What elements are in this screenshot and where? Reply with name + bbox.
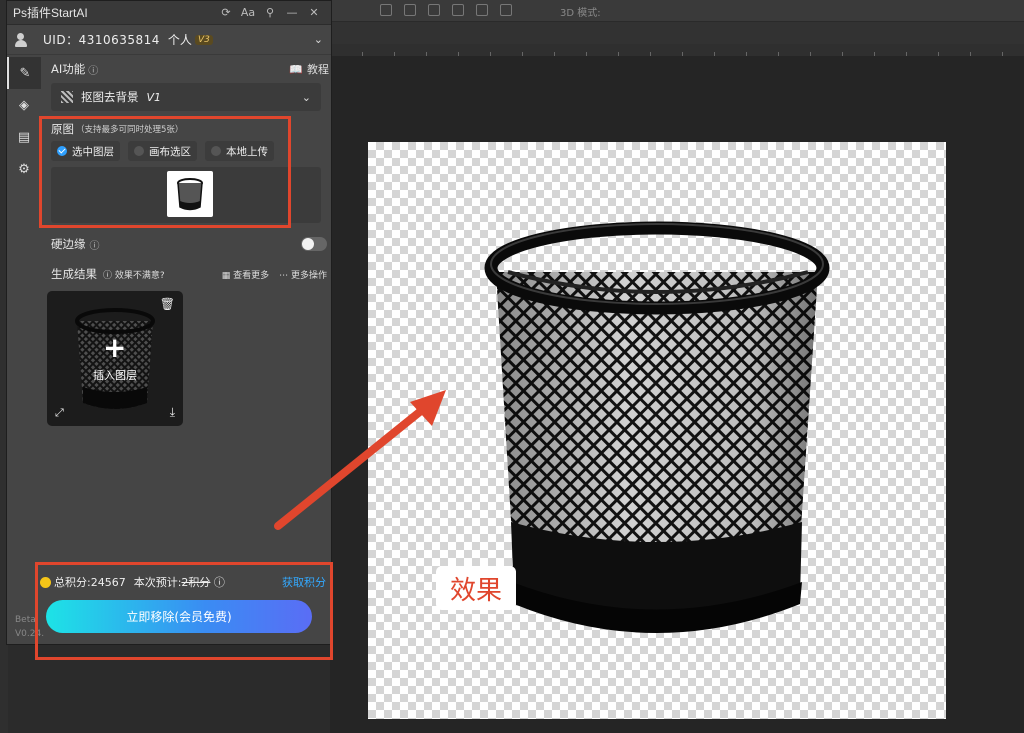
startai-plugin-panel: Ps插件StartAI ⟳ Aa ⚲ — ✕ UID：4310635814 个人…: [6, 0, 332, 645]
font-size-icon[interactable]: Aa: [237, 6, 259, 19]
info-icon[interactable]: ⓘ: [90, 237, 100, 252]
trash-icon[interactable]: 🗑: [160, 297, 175, 311]
distribute-icon[interactable]: [500, 4, 512, 16]
download-icon[interactable]: ⤓: [170, 405, 175, 420]
highlight-box-action: [35, 562, 333, 660]
ai-function-header: AI功能 ⓘ 📖 教程: [43, 57, 329, 81]
view-more-label: 查看更多: [233, 270, 270, 281]
document-icon[interactable]: ▤: [7, 121, 41, 153]
plan-badge: V3: [194, 34, 213, 45]
3d-mode-label: 3D 模式:: [560, 8, 601, 19]
book-icon: 📖: [289, 62, 303, 76]
red-arrow: [274, 390, 446, 530]
panel-title: Ps插件StartAI: [13, 6, 88, 20]
more-ops-link[interactable]: ⋯ 更多操作: [279, 268, 327, 281]
document-tab-bar[interactable]: [330, 22, 1024, 44]
chevron-down-icon[interactable]: ⌄: [314, 33, 323, 46]
account-row[interactable]: UID：4310635814 个人 V3 ⌄: [7, 25, 331, 55]
effect-label: 效果: [436, 566, 516, 610]
align-icon[interactable]: [428, 4, 440, 16]
more-ops-label: 更多操作: [290, 270, 327, 281]
cutout-icon: [61, 91, 73, 103]
chevron-down-icon: ⌄: [301, 90, 311, 104]
hard-edge-toggle[interactable]: [301, 237, 327, 251]
feedback-link[interactable]: ⓘ 效果不满意?: [103, 268, 165, 281]
align-icon[interactable]: [380, 4, 392, 16]
ai-function-version: V1: [146, 90, 162, 104]
user-icon: [15, 32, 33, 47]
view-more-link[interactable]: ▦ 查看更多: [222, 268, 269, 281]
ai-function-select[interactable]: 抠图去背景 V1 ⌄: [51, 83, 321, 111]
settings-icon[interactable]: ⚙: [7, 153, 41, 185]
close-icon[interactable]: ✕: [303, 6, 325, 19]
horizontal-ruler: [330, 44, 1024, 56]
distribute-icon[interactable]: [476, 4, 488, 16]
refresh-icon[interactable]: ⟳: [215, 6, 237, 19]
expand-icon[interactable]: ⤢: [55, 406, 64, 420]
plus-icon[interactable]: +: [103, 331, 126, 364]
pin-icon[interactable]: ⚲: [259, 6, 281, 19]
feedback-label: 效果不满意?: [114, 270, 165, 281]
plan-name: 个人: [167, 33, 192, 47]
info-icon[interactable]: ⓘ: [88, 62, 98, 77]
highlight-box-source: [39, 116, 291, 228]
tutorial-label: 教程: [307, 63, 329, 76]
tutorial-link[interactable]: 📖 教程: [289, 61, 329, 77]
insert-layer-label[interactable]: 插入图层: [47, 367, 183, 383]
minimize-icon[interactable]: —: [281, 6, 303, 19]
layers-icon[interactable]: ◈: [7, 89, 41, 121]
align-icon[interactable]: [404, 4, 416, 16]
hard-edge-row: 硬边缘 ⓘ: [43, 233, 329, 255]
result-card[interactable]: 🗑 + 插入图层 ⤢ ⤓: [47, 291, 183, 426]
panel-titlebar[interactable]: Ps插件StartAI ⟳ Aa ⚲ — ✕: [7, 1, 331, 25]
hard-edge-label: 硬边缘: [51, 237, 86, 251]
results-label: 生成结果: [51, 267, 97, 281]
align-icon[interactable]: [452, 4, 464, 16]
results-header: 生成结果 ⓘ 效果不满意? ▦ 查看更多 ⋯ 更多操作: [43, 263, 329, 285]
edit-icon[interactable]: ✎: [7, 57, 41, 89]
uid-text: UID：4310635814: [43, 33, 160, 47]
side-nav: ✎ ◈ ▤ ⚙: [7, 57, 41, 185]
ai-function-value: 抠图去背景: [81, 90, 139, 104]
align-icons[interactable]: [380, 4, 512, 16]
ai-function-label: AI功能: [51, 62, 86, 76]
